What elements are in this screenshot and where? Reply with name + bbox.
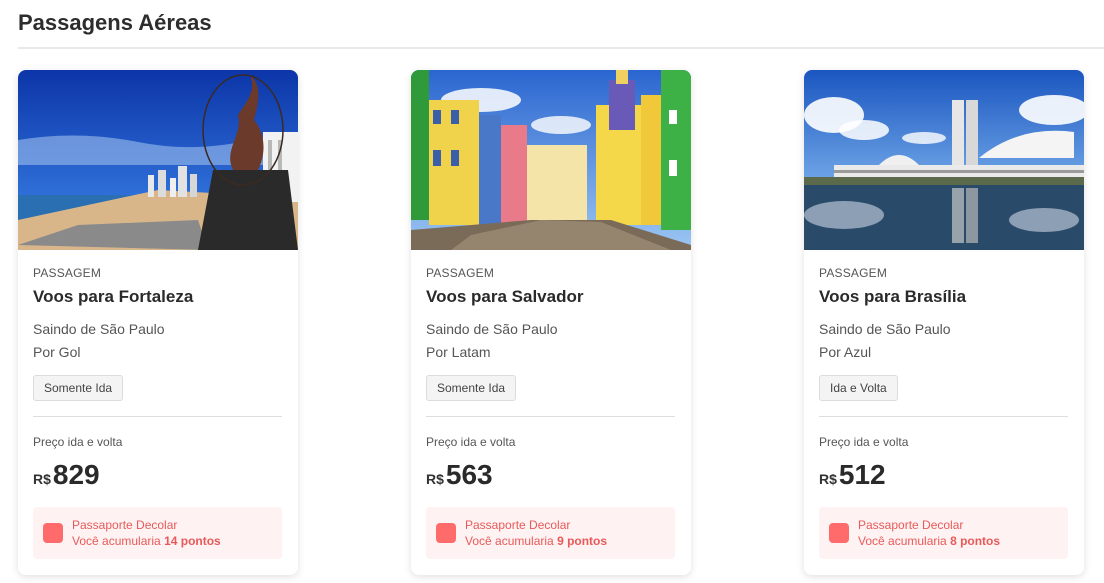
loyalty-points: 8 pontos — [950, 534, 1001, 548]
card-divider — [33, 416, 282, 417]
loyalty-program-name: Passaporte Decolar — [465, 518, 571, 532]
origin-text: Saindo de São Paulo — [426, 321, 558, 337]
price-label: Preço ida e volta — [33, 435, 123, 449]
loyalty-points: 14 pontos — [164, 534, 221, 548]
currency-symbol: R$ — [33, 471, 51, 487]
loyalty-prefix: Você acumularia — [465, 534, 554, 548]
loyalty-prefix: Você acumularia — [858, 534, 947, 548]
airline-text: Por Latam — [426, 344, 491, 360]
currency-symbol: R$ — [426, 471, 444, 487]
price-value: 829 — [52, 459, 100, 490]
flight-card-fortaleza[interactable]: PASSAGEM Voos para Fortaleza Saindo de S… — [18, 70, 298, 575]
product-kind-label: PASSAGEM — [426, 266, 495, 280]
loyalty-points: 9 pontos — [557, 534, 608, 548]
card-title[interactable]: Voos para Fortaleza — [33, 287, 283, 307]
passaporte-logo-icon — [43, 523, 63, 543]
price-value: 512 — [838, 459, 886, 490]
origin-text: Saindo de São Paulo — [819, 321, 951, 337]
destination-image[interactable] — [411, 70, 691, 250]
card-divider — [819, 416, 1068, 417]
price-row: R$ 512 — [819, 459, 1069, 491]
currency-symbol: R$ — [819, 471, 837, 487]
flight-card-salvador[interactable]: PASSAGEM Voos para Salvador Saindo de Sã… — [411, 70, 691, 575]
origin-text: Saindo de São Paulo — [33, 321, 165, 337]
product-kind-label: PASSAGEM — [819, 266, 888, 280]
trip-type-badge: Somente Ida — [426, 375, 517, 401]
passaporte-logo-icon — [436, 523, 456, 543]
loyalty-banner: Passaporte Decolar Você acumularia 14 po… — [33, 507, 282, 559]
card-divider — [426, 416, 675, 417]
product-kind-label: PASSAGEM — [33, 266, 102, 280]
airline-text: Por Gol — [33, 344, 81, 360]
loyalty-program-name: Passaporte Decolar — [72, 518, 178, 532]
destination-image[interactable] — [18, 70, 298, 250]
passaporte-logo-icon — [829, 523, 849, 543]
trip-type-badge: Ida e Volta — [819, 375, 898, 401]
price-label: Preço ida e volta — [819, 435, 909, 449]
loyalty-prefix: Você acumularia — [72, 534, 161, 548]
destination-image[interactable] — [804, 70, 1084, 250]
page-title: Passagens Aéreas — [18, 10, 212, 35]
price-value: 563 — [445, 459, 493, 490]
price-row: R$ 829 — [33, 459, 283, 491]
loyalty-program-name: Passaporte Decolar — [858, 518, 964, 532]
loyalty-banner: Passaporte Decolar Você acumularia 8 pon… — [819, 507, 1068, 559]
loyalty-banner: Passaporte Decolar Você acumularia 9 pon… — [426, 507, 675, 559]
price-label: Preço ida e volta — [426, 435, 516, 449]
trip-type-badge: Somente Ida — [33, 375, 124, 401]
price-row: R$ 563 — [426, 459, 676, 491]
airline-text: Por Azul — [819, 344, 872, 360]
card-title[interactable]: Voos para Brasília — [819, 287, 1069, 307]
title-divider — [18, 47, 1104, 49]
flight-card-brasilia[interactable]: PASSAGEM Voos para Brasília Saindo de Sã… — [804, 70, 1084, 575]
card-title[interactable]: Voos para Salvador — [426, 287, 676, 307]
